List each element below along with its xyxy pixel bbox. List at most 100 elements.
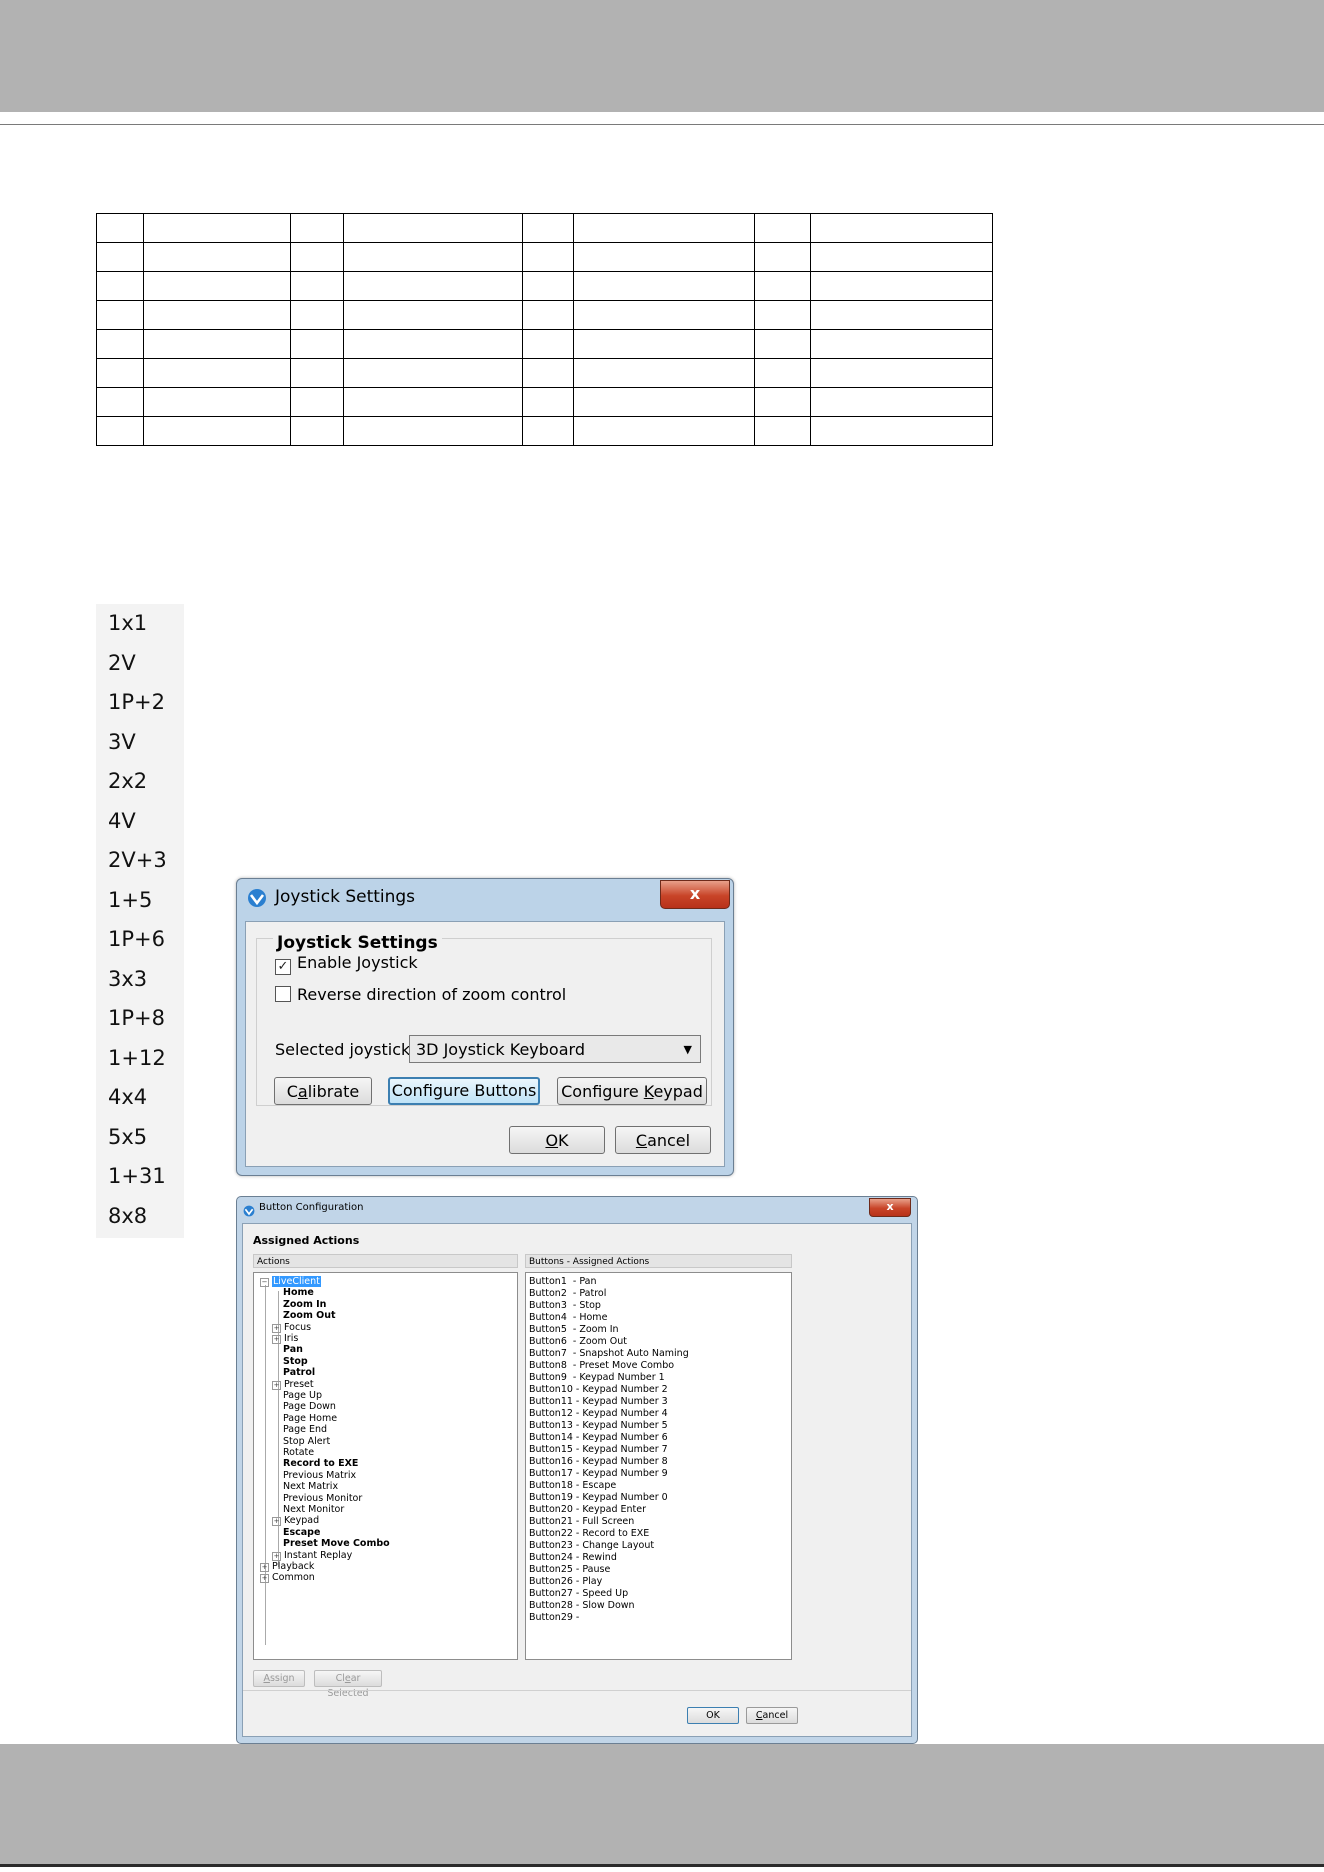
layout-item[interactable]: 3V xyxy=(96,723,184,763)
collapse-icon[interactable]: − xyxy=(260,1278,269,1287)
tree-item[interactable]: Previous Monitor xyxy=(283,1493,362,1505)
cancel-button[interactable]: Cancel xyxy=(615,1126,711,1154)
layout-item[interactable]: 4V xyxy=(96,802,184,842)
list-item[interactable]: Button10 - Keypad Number 2 xyxy=(529,1384,668,1396)
layout-item[interactable]: 2V+3 xyxy=(96,841,184,881)
actions-tree[interactable]: − LiveClient Home Zoom In Zoom Out + Focus + Iri… xyxy=(253,1272,518,1660)
tree-item[interactable]: Home xyxy=(283,1287,314,1299)
assign-button[interactable]: Assign xyxy=(253,1670,305,1687)
checkbox-unchecked-icon[interactable] xyxy=(275,986,291,1002)
tree-item[interactable]: + Focus xyxy=(272,1322,311,1334)
tree-item[interactable]: Stop Alert xyxy=(283,1436,330,1448)
ok-button[interactable]: OK xyxy=(509,1126,605,1154)
list-item[interactable]: Button9 - Keypad Number 1 xyxy=(529,1372,665,1384)
tree-item[interactable]: Stop xyxy=(283,1356,308,1368)
tree-item[interactable]: Zoom Out xyxy=(283,1310,336,1322)
list-item[interactable]: Button25 - Pause xyxy=(529,1564,610,1576)
list-item[interactable]: Button6 - Zoom Out xyxy=(529,1336,627,1348)
list-item[interactable]: Button22 - Record to EXE xyxy=(529,1528,649,1540)
tree-item[interactable]: Patrol xyxy=(283,1367,315,1379)
tree-item[interactable]: Previous Matrix xyxy=(283,1470,356,1482)
expand-icon[interactable]: + xyxy=(272,1323,281,1333)
expand-icon[interactable]: + xyxy=(272,1380,281,1390)
list-item[interactable]: Button28 - Slow Down xyxy=(529,1600,635,1612)
list-item[interactable]: Button21 - Full Screen xyxy=(529,1516,634,1528)
layout-item[interactable]: 4x4 xyxy=(96,1078,184,1118)
list-item[interactable]: Button14 - Keypad Number 6 xyxy=(529,1432,668,1444)
dropdown-arrow-icon[interactable]: ▼ xyxy=(684,1036,692,1064)
tree-item[interactable]: + Preset xyxy=(272,1379,314,1391)
tree-item[interactable]: Page Home xyxy=(283,1413,337,1425)
list-item[interactable]: Button15 - Keypad Number 7 xyxy=(529,1444,668,1456)
calibrate-button[interactable]: Calibrate xyxy=(274,1077,372,1105)
list-item[interactable]: Button7 - Snapshot Auto Naming xyxy=(529,1348,689,1360)
close-button[interactable]: x xyxy=(869,1198,911,1217)
tree-item[interactable]: Preset Move Combo xyxy=(283,1538,390,1550)
tree-item[interactable]: Next Monitor xyxy=(283,1504,344,1516)
tree-item[interactable]: + Instant Replay xyxy=(272,1550,352,1562)
clear-selected-button[interactable]: Clear Selected xyxy=(314,1670,382,1699)
expand-icon[interactable]: + xyxy=(260,1574,269,1584)
tree-item[interactable]: Page End xyxy=(283,1424,327,1436)
layout-item[interactable]: 1+12 xyxy=(96,1039,184,1079)
list-item[interactable]: Button11 - Keypad Number 3 xyxy=(529,1396,668,1408)
close-button[interactable]: x xyxy=(660,880,730,909)
layout-item[interactable]: 1x1 xyxy=(96,604,184,644)
layout-item[interactable]: 2x2 xyxy=(96,762,184,802)
enable-joystick-checkbox[interactable]: ✓ Enable Joystick xyxy=(275,953,418,975)
tree-item[interactable]: Rotate xyxy=(283,1447,314,1459)
list-item[interactable]: Button27 - Speed Up xyxy=(529,1588,628,1600)
list-item[interactable]: Button2 - Patrol xyxy=(529,1288,606,1300)
list-item[interactable]: Button17 - Keypad Number 9 xyxy=(529,1468,668,1480)
tree-item[interactable]: Zoom In xyxy=(283,1299,326,1311)
expand-icon[interactable]: + xyxy=(260,1563,269,1572)
cancel-button[interactable]: Cancel xyxy=(746,1707,798,1724)
list-item[interactable]: Button26 - Play xyxy=(529,1576,602,1588)
list-item[interactable]: Button5 - Zoom In xyxy=(529,1324,619,1336)
list-item[interactable]: Button1 - Pan xyxy=(529,1276,597,1288)
checkbox-checked-icon[interactable]: ✓ xyxy=(275,959,291,975)
list-item[interactable]: Button20 - Keypad Enter xyxy=(529,1504,646,1516)
layout-item[interactable]: 3x3 xyxy=(96,960,184,1000)
title-bar[interactable]: Button Configuration x xyxy=(237,1197,917,1219)
expand-icon[interactable]: + xyxy=(272,1517,281,1527)
layout-item[interactable]: 8x8 xyxy=(96,1197,184,1237)
title-bar[interactable]: Joystick Settings x xyxy=(237,879,733,915)
expand-icon[interactable]: + xyxy=(272,1335,281,1344)
tree-item[interactable]: Page Down xyxy=(283,1401,336,1413)
layout-item[interactable]: 1P+6 xyxy=(96,920,184,960)
list-item[interactable]: Button4 - Home xyxy=(529,1312,607,1324)
list-item[interactable]: Button24 - Rewind xyxy=(529,1552,617,1564)
configure-buttons-button[interactable]: Configure Buttons xyxy=(388,1077,540,1105)
selected-joystick-dropdown[interactable]: 3D Joystick Keyboard ▼ xyxy=(409,1035,701,1063)
tree-item[interactable]: Pan xyxy=(283,1344,303,1356)
layout-item[interactable]: 5x5 xyxy=(96,1118,184,1158)
list-item[interactable]: Button8 - Preset Move Combo xyxy=(529,1360,674,1372)
list-item[interactable]: Button13 - Keypad Number 5 xyxy=(529,1420,668,1432)
reverse-zoom-checkbox[interactable]: Reverse direction of zoom control xyxy=(275,985,566,1004)
layout-item[interactable]: 1+5 xyxy=(96,881,184,921)
layout-item[interactable]: 2V xyxy=(96,644,184,684)
list-item[interactable]: Button23 - Change Layout xyxy=(529,1540,654,1552)
expand-icon[interactable]: + xyxy=(272,1551,281,1561)
list-item[interactable]: Button16 - Keypad Number 8 xyxy=(529,1456,668,1468)
ok-button[interactable]: OK xyxy=(687,1707,739,1724)
tree-item[interactable]: Record to EXE xyxy=(283,1458,358,1470)
tree-item[interactable]: Escape xyxy=(283,1527,320,1539)
layout-item[interactable]: 1P+8 xyxy=(96,999,184,1039)
buttons-assigned-list[interactable]: Button1 - Pan Button2 - Patrol Button3 - S… xyxy=(525,1272,792,1660)
list-item[interactable]: Button18 - Escape xyxy=(529,1480,616,1492)
layout-item[interactable]: 1+31 xyxy=(96,1157,184,1197)
tree-item[interactable]: + Playback xyxy=(260,1561,314,1573)
tree-item[interactable]: + Common xyxy=(260,1572,315,1584)
layout-item[interactable]: 1P+2 xyxy=(96,683,184,723)
list-item[interactable]: Button29 - xyxy=(529,1612,579,1624)
list-item[interactable]: Button19 - Keypad Number 0 xyxy=(529,1492,668,1504)
tree-item[interactable]: Next Matrix xyxy=(283,1481,338,1493)
tree-item[interactable]: Page Up xyxy=(283,1390,322,1402)
configure-keypad-button[interactable]: Configure Keypad xyxy=(557,1077,707,1105)
tree-item[interactable]: − LiveClient xyxy=(260,1276,321,1288)
tree-item[interactable]: + Keypad xyxy=(272,1515,319,1527)
list-item[interactable]: Button3 - Stop xyxy=(529,1300,601,1312)
tree-item[interactable]: + Iris xyxy=(272,1333,298,1345)
